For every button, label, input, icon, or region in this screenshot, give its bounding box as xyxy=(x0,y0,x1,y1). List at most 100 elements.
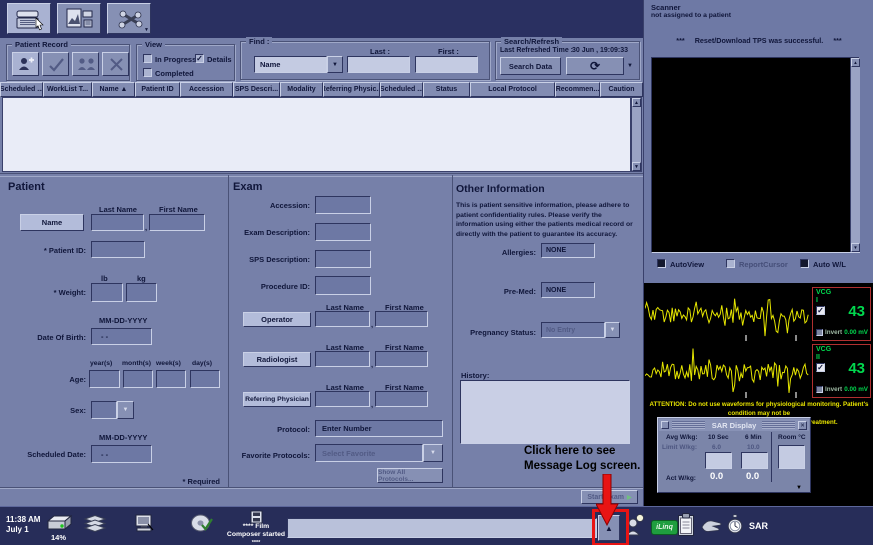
pregnancy-status-select[interactable]: No Entry xyxy=(541,322,605,338)
name-button[interactable]: Name xyxy=(20,214,84,231)
column-header-scheduled-2[interactable]: Scheduled ... xyxy=(380,82,423,97)
column-header-modality[interactable]: Modality xyxy=(280,82,323,97)
refresh-button[interactable]: ⟳ xyxy=(566,57,624,75)
operator-button[interactable]: Operator xyxy=(243,312,311,327)
sex-dropdown-arrow[interactable]: ▼ xyxy=(117,401,134,419)
worklist-toolbar-button[interactable] xyxy=(7,3,51,34)
exam-description-input[interactable] xyxy=(315,223,371,241)
find-first-input[interactable] xyxy=(415,56,478,73)
merge-patients-button[interactable] xyxy=(72,52,99,76)
column-header-worklist-t[interactable]: WorkList T... xyxy=(43,82,92,97)
referring-last-name-input[interactable] xyxy=(315,391,370,407)
refresh-dropdown-arrow[interactable]: ▼ xyxy=(627,63,633,69)
radiologist-last-name-input[interactable] xyxy=(315,351,370,367)
operator-first-name-input[interactable] xyxy=(375,311,428,327)
show-all-protocols-button[interactable]: Show All Protocols... xyxy=(377,468,443,483)
column-header-status[interactable]: Status xyxy=(423,82,470,97)
column-header-local-protocol[interactable]: Local Protocol xyxy=(470,82,555,97)
auto-wl-checkbox[interactable] xyxy=(800,259,809,268)
column-header-patient-id[interactable]: Patient ID xyxy=(135,82,180,97)
tools-toolbar-button[interactable]: ▼ xyxy=(107,3,151,34)
scroll-up-icon[interactable]: ▲ xyxy=(632,98,641,107)
patient-last-name-input[interactable] xyxy=(91,214,144,231)
sar-resize-icon[interactable]: ▼ xyxy=(796,485,802,491)
tools-dropdown-arrow-icon[interactable]: ▼ xyxy=(144,27,149,33)
operator-last-name-input[interactable] xyxy=(315,311,370,327)
allergies-input[interactable]: NONE xyxy=(541,243,595,258)
age-months-input[interactable] xyxy=(123,370,153,388)
find-field-dropdown-arrow[interactable]: ▼ xyxy=(327,56,343,73)
ilinq-icon[interactable]: iLinq xyxy=(651,520,678,535)
stopwatch-icon[interactable] xyxy=(727,514,743,540)
search-data-button[interactable]: Search Data xyxy=(500,57,561,75)
refresh-icon: ⟳ xyxy=(590,59,600,73)
queue-stack-icon[interactable] xyxy=(82,513,109,539)
report-cursor-checkbox[interactable] xyxy=(726,259,735,268)
vcg2-enable-checkbox[interactable]: ✓ xyxy=(816,363,825,372)
in-progress-checkbox[interactable] xyxy=(143,54,152,63)
procedure-id-input[interactable] xyxy=(315,276,371,295)
sar-titlebar[interactable]: SAR Display ✕ xyxy=(659,419,809,431)
column-header-recommended[interactable]: Recommen... xyxy=(555,82,600,97)
radiologist-first-name-input[interactable] xyxy=(375,351,428,367)
column-header-name[interactable]: Name ▲ xyxy=(92,82,135,97)
dob-input[interactable]: - - xyxy=(91,328,152,345)
accession-label: Accession: xyxy=(228,201,310,210)
hand-tool-icon[interactable] xyxy=(700,518,723,539)
vcg1-invert-checkbox[interactable] xyxy=(816,329,823,336)
find-field-select[interactable]: Name xyxy=(254,56,327,73)
viewer-scrollbar[interactable]: ▲ ▼ xyxy=(850,58,860,252)
referring-physician-button[interactable]: Referring Physician xyxy=(243,392,311,407)
favorite-protocols-dropdown-arrow[interactable]: ▼ xyxy=(423,444,443,462)
worklist-table-body[interactable] xyxy=(2,97,631,172)
age-years-input[interactable] xyxy=(89,370,120,388)
scheduled-date-input[interactable]: - - xyxy=(91,445,152,463)
find-last-input[interactable] xyxy=(347,56,410,73)
age-weeks-input[interactable] xyxy=(156,370,186,388)
clock: 11:38 AM July 1 xyxy=(6,515,40,536)
column-header-scheduled-1[interactable]: Scheduled ... xyxy=(0,82,43,97)
viewer-scroll-down-icon[interactable]: ▼ xyxy=(851,243,860,252)
history-textarea[interactable] xyxy=(460,380,630,444)
sar-close-icon[interactable]: ✕ xyxy=(798,421,807,430)
details-checkbox[interactable]: ✓ xyxy=(195,54,204,63)
pre-med-input[interactable]: NONE xyxy=(541,282,595,298)
sps-description-input[interactable] xyxy=(315,250,371,268)
column-header-sps-descr[interactable]: SPS Descri... xyxy=(233,82,280,97)
worklist-scrollbar[interactable]: ▲ ▼ xyxy=(631,97,642,172)
autoview-checkbox[interactable] xyxy=(657,259,666,268)
vcg2-invert-checkbox[interactable] xyxy=(816,386,823,393)
completed-checkbox[interactable] xyxy=(143,68,152,77)
weight-kg-label: kg xyxy=(137,274,146,283)
scanner-message: Reset/Download TPS was successful. xyxy=(695,36,824,45)
radiologist-comma: , xyxy=(371,360,373,369)
patient-id-input[interactable] xyxy=(91,241,145,258)
clipboard-icon[interactable] xyxy=(677,512,695,542)
pregnancy-dropdown-arrow[interactable]: ▼ xyxy=(605,322,620,338)
column-header-caution[interactable]: Caution xyxy=(600,82,643,97)
patient-first-name-input[interactable] xyxy=(149,214,205,231)
favorite-protocols-select[interactable]: Select Favorite xyxy=(315,444,423,462)
edit-patient-button[interactable] xyxy=(42,52,69,76)
age-days-input[interactable] xyxy=(190,370,220,388)
protocol-input[interactable]: Enter Number xyxy=(315,420,443,437)
viewer-scroll-up-icon[interactable]: ▲ xyxy=(851,58,860,67)
weight-lb-input[interactable] xyxy=(91,283,123,302)
weight-kg-input[interactable] xyxy=(126,283,157,302)
column-header-referring-physician[interactable]: Referring Physic... xyxy=(323,82,380,97)
media-check-icon[interactable] xyxy=(190,513,215,539)
in-progress-label: In Progress xyxy=(155,55,196,64)
sex-select[interactable] xyxy=(91,401,117,419)
image-viewport[interactable] xyxy=(651,57,860,253)
image-management-toolbar-button[interactable] xyxy=(57,3,101,34)
discontinue-patient-button[interactable] xyxy=(102,52,129,76)
accession-input[interactable] xyxy=(315,196,371,214)
vcg1-enable-checkbox[interactable]: ✓ xyxy=(816,306,825,315)
procedure-id-label: Procedure ID: xyxy=(228,282,310,291)
column-header-accession[interactable]: Accession xyxy=(180,82,233,97)
radiologist-button[interactable]: Radiologist xyxy=(243,352,311,367)
referring-first-name-input[interactable] xyxy=(375,391,428,407)
workstation-icon[interactable] xyxy=(133,513,156,539)
new-patient-button[interactable] xyxy=(12,52,39,76)
scroll-down-icon[interactable]: ▼ xyxy=(632,162,641,171)
